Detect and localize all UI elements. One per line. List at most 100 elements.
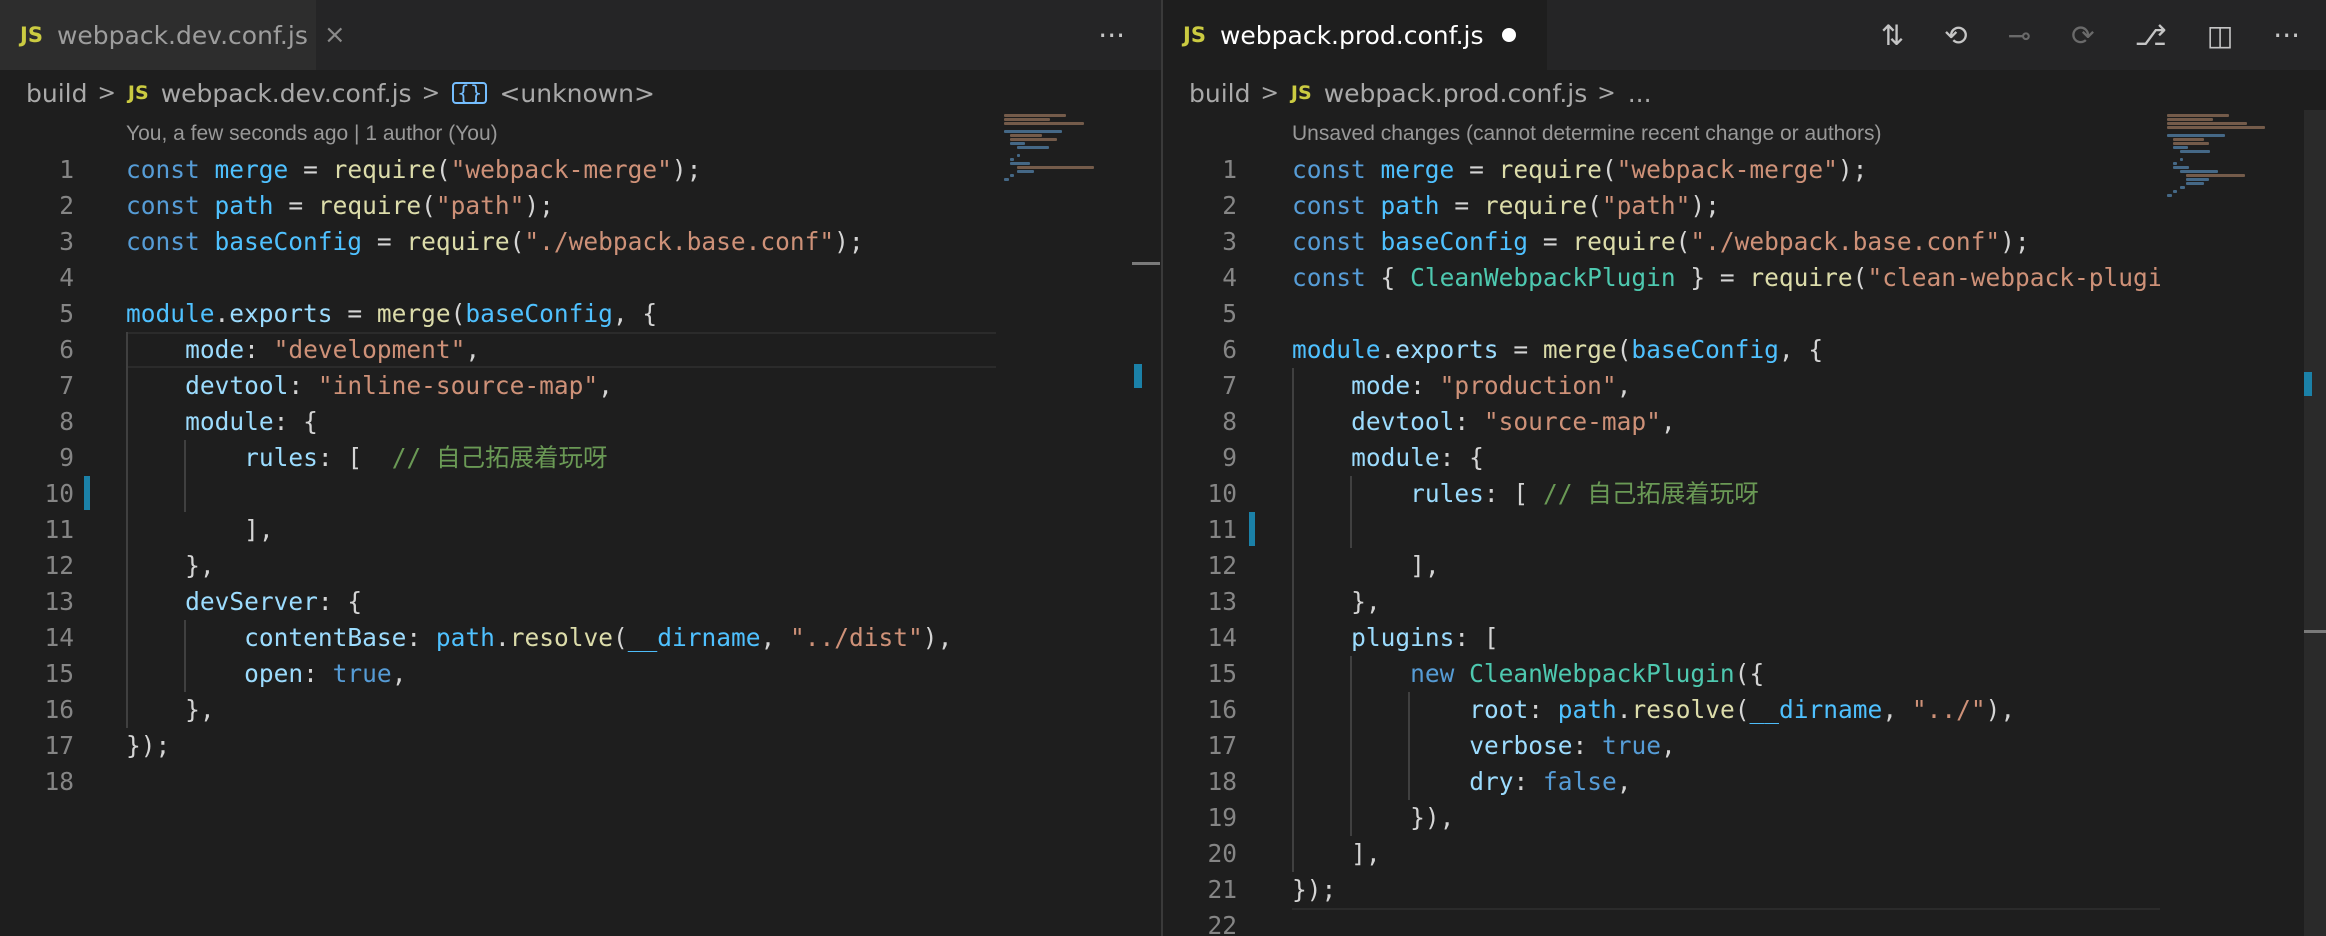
breadcrumb-folder[interactable]: build [1189, 79, 1250, 108]
open-changes-icon[interactable]: ⇅ [1881, 19, 1904, 52]
tab-webpack-dev-conf[interactable]: JS webpack.dev.conf.js × [0, 0, 346, 70]
code-line[interactable]: 16 }, [0, 692, 1000, 728]
line-number: 8 [59, 407, 74, 436]
code-line[interactable]: 1 const merge = require("webpack-merge"); [1163, 152, 2160, 188]
line-text: }, [185, 695, 215, 724]
code-area[interactable]: 1 const merge = require("webpack-merge");… [1163, 152, 2160, 936]
code-line[interactable]: 14 contentBase: path.resolve(__dirname, … [0, 620, 1000, 656]
breadcrumb-file[interactable]: webpack.prod.conf.js [1324, 79, 1588, 108]
commit-icon[interactable]: ⊸ [2008, 19, 2031, 52]
minimap-line [2173, 146, 2188, 149]
more-actions-icon[interactable]: ··· [2273, 19, 2300, 52]
line-number: 6 [59, 335, 74, 364]
code-line[interactable]: 12 ], [1163, 548, 2160, 584]
code-line[interactable]: 5 module.exports = merge(baseConfig, { [0, 296, 1000, 332]
code-line[interactable]: 9 module: { [1163, 440, 2160, 476]
split-editor-icon[interactable]: ◫ [2207, 19, 2233, 52]
codelens-blame[interactable]: You, a few seconds ago | 1 author (You) [126, 116, 498, 152]
code-line[interactable]: 18 dry: false, [1163, 764, 2160, 800]
code-line[interactable]: 20 ], [1163, 836, 2160, 872]
scrollbar-track[interactable] [2304, 110, 2326, 936]
code-line[interactable]: 1 const merge = require("webpack-merge"); [0, 152, 1000, 188]
line-number: 5 [1222, 299, 1237, 328]
code-line[interactable]: 11 ], [0, 512, 1000, 548]
tab-webpack-prod-conf[interactable]: JS webpack.prod.conf.js [1163, 0, 1547, 70]
code-line[interactable]: 17 verbose: true, [1163, 728, 2160, 764]
more-actions-icon[interactable]: ··· [1098, 19, 1125, 52]
breadcrumb-symbol[interactable]: <unknown> [499, 79, 655, 108]
close-icon[interactable]: × [324, 20, 346, 50]
code-line[interactable]: 18 [0, 764, 1000, 800]
line-text: devtool: "source-map", [1351, 407, 1676, 436]
line-text: rules: [ // 自己拓展着玩呀 [1410, 479, 1759, 508]
code-line[interactable]: 14 plugins: [ [1163, 620, 2160, 656]
breadcrumb-file[interactable]: webpack.dev.conf.js [161, 79, 412, 108]
minimap-line [1004, 178, 1009, 181]
git-graph-icon[interactable]: ⎇ [2135, 19, 2167, 52]
line-text: module.exports = merge(baseConfig, { [126, 299, 658, 328]
code-line[interactable]: 4 const { CleanWebpackPlugin } = require(… [1163, 260, 2160, 296]
line-number: 21 [1207, 875, 1237, 904]
breadcrumb: build > JS webpack.dev.conf.js > {} <unk… [26, 74, 655, 112]
line-number: 7 [59, 371, 74, 400]
line-number: 18 [44, 767, 74, 796]
code-line[interactable]: 7 devtool: "inline-source-map", [0, 368, 1000, 404]
js-file-icon: JS [1183, 23, 1206, 47]
minimap[interactable] [2163, 110, 2299, 936]
line-text: }, [185, 551, 215, 580]
code-line[interactable]: 8 module: { [0, 404, 1000, 440]
code-line[interactable]: 16 root: path.resolve(__dirname, "../"), [1163, 692, 2160, 728]
minimap-line [2179, 170, 2219, 173]
line-text: }), [1410, 803, 1455, 832]
breadcrumb-folder[interactable]: build [26, 79, 87, 108]
line-number: 14 [44, 623, 74, 652]
breadcrumb-ellipsis[interactable]: ... [1628, 79, 1652, 108]
code-line[interactable]: 21}); [1163, 872, 2160, 908]
unsaved-dot-icon[interactable] [1501, 28, 1516, 42]
code-line[interactable]: 15 new CleanWebpackPlugin({ [1163, 656, 2160, 692]
line-number: 11 [44, 515, 74, 544]
line-text: const path = require("path"); [1292, 191, 1720, 220]
code-line[interactable]: 15 open: true, [0, 656, 1000, 692]
scrollbar-thumb[interactable] [2304, 630, 2326, 633]
code-line[interactable]: 3 const baseConfig = require("./webpack.b… [0, 224, 1000, 260]
minimap-line [1004, 114, 1067, 117]
line-text: open: true, [244, 659, 407, 688]
code-line[interactable]: 12 }, [0, 548, 1000, 584]
line-number: 10 [1207, 479, 1237, 508]
scrollbar-thumb[interactable] [1132, 262, 1160, 265]
code-line[interactable]: 2 const path = require("path"); [1163, 188, 2160, 224]
code-line[interactable]: 17}); [0, 728, 1000, 764]
code-line[interactable]: 4 [0, 260, 1000, 296]
line-text: module: { [1351, 443, 1484, 472]
code-line[interactable]: 8 devtool: "source-map", [1163, 404, 2160, 440]
line-number: 22 [1207, 911, 1237, 936]
js-file-icon: JS [20, 23, 43, 47]
code-line[interactable]: 3 const baseConfig = require("./webpack.b… [1163, 224, 2160, 260]
codelens-blame[interactable]: Unsaved changes (cannot determine recent… [1292, 116, 1882, 152]
code-area[interactable]: 1 const merge = require("webpack-merge");… [0, 152, 1000, 800]
minimap-line [1004, 130, 1062, 133]
code-line[interactable]: 9 rules: [ // 自己拓展着玩呀 [0, 440, 1000, 476]
previous-change-icon[interactable]: ⟲ [1944, 19, 1967, 52]
minimap[interactable] [1000, 110, 1136, 936]
code-line[interactable]: 7 mode: "production", [1163, 368, 2160, 404]
minimap-line [1016, 166, 1094, 169]
next-change-icon[interactable]: ⟳ [2071, 19, 2094, 52]
line-number: 7 [1222, 371, 1237, 400]
line-number: 17 [44, 731, 74, 760]
code-line[interactable]: 10 [0, 476, 1000, 512]
code-line[interactable]: 5 [1163, 296, 2160, 332]
code-line[interactable]: 11 [1163, 512, 2160, 548]
code-line[interactable]: 2 const path = require("path"); [0, 188, 1000, 224]
code-line[interactable]: 6 module.exports = merge(baseConfig, { [1163, 332, 2160, 368]
line-number: 18 [1207, 767, 1237, 796]
chevron-right-icon: > [421, 80, 441, 106]
code-line[interactable]: 13 }, [1163, 584, 2160, 620]
line-text: module: { [185, 407, 318, 436]
minimap-line [1004, 118, 1051, 121]
code-line[interactable]: 10 rules: [ // 自己拓展着玩呀 [1163, 476, 2160, 512]
code-line[interactable]: 19 }), [1163, 800, 2160, 836]
code-line[interactable]: 13 devServer: { [0, 584, 1000, 620]
minimap-line [1010, 138, 1057, 141]
